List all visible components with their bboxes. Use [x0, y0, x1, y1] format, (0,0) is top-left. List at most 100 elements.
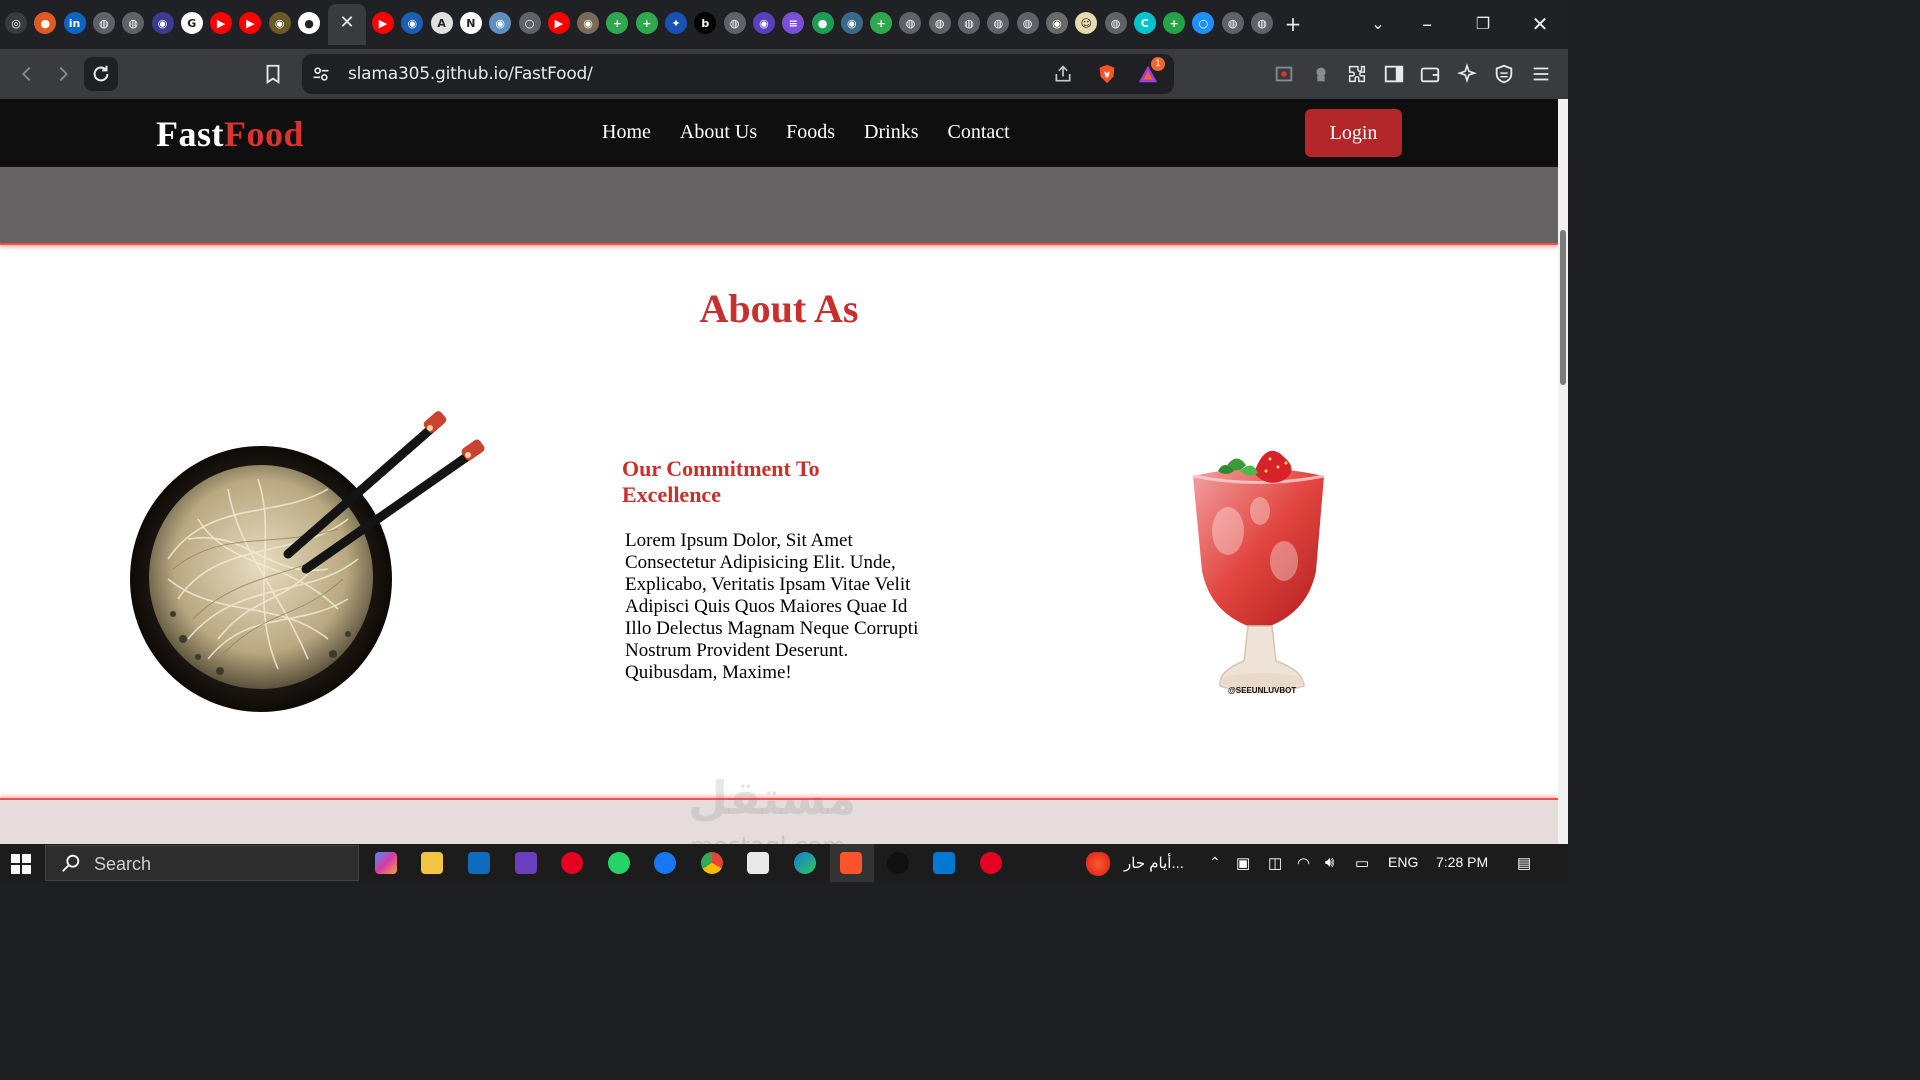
notifications-icon[interactable]: ▤	[1517, 854, 1531, 872]
site-icon[interactable]: ◉	[151, 12, 174, 34]
wifi-icon[interactable]: ◠	[1297, 854, 1310, 872]
outlook-icon[interactable]	[468, 852, 490, 874]
app-b-icon[interactable]	[515, 852, 537, 874]
youtube-icon[interactable]: ▶	[210, 12, 233, 34]
site-icon[interactable]: A	[430, 12, 453, 34]
new-tab-icon[interactable]: +	[1279, 10, 1307, 38]
firefox-icon[interactable]: ●	[34, 12, 57, 34]
site-icon[interactable]: ◉	[1045, 12, 1068, 34]
notion-icon[interactable]: N	[459, 12, 482, 34]
site-icon[interactable]: ✦	[665, 12, 687, 34]
site-icon[interactable]: ◉	[752, 12, 775, 34]
weather-text[interactable]: أيام حار...	[1124, 854, 1184, 872]
forward-icon[interactable]	[48, 59, 78, 89]
taskbar-search[interactable]: Search	[45, 845, 359, 881]
weather-icon[interactable]	[1086, 852, 1110, 876]
globe-icon[interactable]: ◍	[899, 12, 922, 34]
close-tab-icon[interactable]: ✕	[337, 12, 357, 34]
tray-camera-icon[interactable]: ◫	[1268, 854, 1282, 872]
google-icon[interactable]: G	[180, 12, 203, 34]
globe-icon[interactable]: ◍	[122, 12, 145, 34]
back-icon[interactable]	[12, 59, 42, 89]
screenshot-icon[interactable]	[1269, 59, 1299, 89]
globe-icon[interactable]: ◍	[958, 12, 980, 34]
brave-icon[interactable]	[840, 852, 862, 874]
site-icon[interactable]: +	[870, 12, 893, 34]
globe-icon[interactable]: ◍	[928, 12, 951, 34]
globe-icon[interactable]: ◍	[92, 12, 115, 34]
globe-icon[interactable]: ◍	[1251, 12, 1273, 34]
site-logo[interactable]: FastFood	[156, 113, 304, 155]
app-dark-icon[interactable]	[887, 852, 909, 874]
canva-icon[interactable]: C	[1133, 12, 1156, 34]
extension-ghost-icon[interactable]	[1306, 59, 1336, 89]
site-icon[interactable]: +	[1163, 12, 1186, 34]
github-icon[interactable]: ●	[298, 12, 320, 34]
bookmark-icon[interactable]	[258, 59, 288, 89]
globe-icon[interactable]: ◍	[1104, 12, 1127, 34]
tray-chevron-icon[interactable]: ⌃	[1209, 854, 1221, 871]
sidebar-icon[interactable]	[1379, 59, 1409, 89]
site-icon[interactable]: ◉	[577, 12, 600, 34]
globe-icon[interactable]: ◍	[1221, 12, 1244, 34]
address-bar[interactable]: slama305.github.io/FastFood/	[302, 54, 1174, 94]
site-icon[interactable]: ◉	[401, 12, 424, 34]
tab-search-chevron-icon[interactable]: ⌄	[1364, 10, 1392, 38]
facebook-icon[interactable]	[654, 852, 676, 874]
globe-icon[interactable]: ◍	[723, 12, 746, 34]
site-icon[interactable]: b	[694, 12, 717, 34]
site-icon[interactable]: ◉	[489, 12, 512, 34]
battery-icon[interactable]: ▭	[1355, 854, 1369, 872]
site-icon[interactable]: +	[606, 12, 629, 34]
file-explorer-icon[interactable]	[421, 852, 443, 874]
site-icon[interactable]: ☺	[1075, 12, 1098, 34]
youtube-icon[interactable]: ▶	[547, 12, 570, 34]
youtube-icon[interactable]: ▶	[239, 12, 262, 34]
nav-contact[interactable]: Contact	[947, 121, 1009, 144]
minimize-icon[interactable]: –	[1413, 10, 1441, 38]
menu-icon[interactable]	[1526, 59, 1556, 89]
app-grid-icon[interactable]	[747, 852, 769, 874]
close-window-icon[interactable]: ✕	[1526, 10, 1554, 38]
brave-shields-icon[interactable]	[1096, 63, 1118, 85]
youtube-icon[interactable]: ▶	[372, 12, 394, 34]
site-icon[interactable]: ◉	[840, 12, 863, 34]
site-settings-icon[interactable]	[310, 63, 332, 85]
login-button[interactable]: Login	[1305, 109, 1402, 157]
site-icon[interactable]: ◉	[268, 12, 291, 34]
nav-about-us[interactable]: About Us	[680, 121, 757, 144]
clock[interactable]: 7:28 PM	[1436, 854, 1488, 870]
site-icon[interactable]: ○	[1192, 12, 1215, 34]
scroll-thumb[interactable]	[1560, 230, 1566, 385]
extensions-icon[interactable]	[1342, 59, 1372, 89]
language-indicator[interactable]: ENG	[1388, 854, 1418, 870]
edge-icon[interactable]	[794, 852, 816, 874]
openai-icon[interactable]: ◎	[5, 12, 27, 34]
vscode-icon[interactable]	[933, 852, 955, 874]
globe-icon[interactable]: ◍	[987, 12, 1010, 34]
loading-icon[interactable]: ○	[518, 12, 541, 34]
wallet-icon[interactable]	[1415, 59, 1445, 89]
nav-home[interactable]: Home	[602, 121, 651, 144]
tray-app-icon[interactable]: ▣	[1236, 854, 1250, 872]
share-icon[interactable]	[1052, 63, 1074, 85]
site-icon[interactable]: ≡	[782, 12, 805, 34]
pinterest-icon[interactable]	[561, 852, 583, 874]
leo-ai-icon[interactable]	[1452, 59, 1482, 89]
chrome-icon[interactable]	[701, 852, 723, 874]
whatsapp-icon[interactable]	[608, 852, 630, 874]
copilot-icon[interactable]	[375, 852, 397, 874]
nav-foods[interactable]: Foods	[786, 121, 835, 144]
nav-drinks[interactable]: Drinks	[864, 121, 918, 144]
linkedin-icon[interactable]: in	[63, 12, 86, 34]
site-icon[interactable]: ●	[811, 12, 834, 34]
site-icon[interactable]: +	[635, 12, 658, 34]
globe-icon[interactable]: ◍	[1016, 12, 1039, 34]
volume-icon[interactable]: 🔊︎	[1325, 854, 1334, 871]
reload-icon[interactable]	[84, 57, 118, 91]
url-text[interactable]: slama305.github.io/FastFood/	[348, 64, 593, 84]
vpn-icon[interactable]	[1489, 59, 1519, 89]
pinterest-icon[interactable]	[980, 852, 1002, 874]
windows-start-icon[interactable]	[10, 853, 32, 875]
page-scrollbar[interactable]	[1558, 99, 1568, 844]
